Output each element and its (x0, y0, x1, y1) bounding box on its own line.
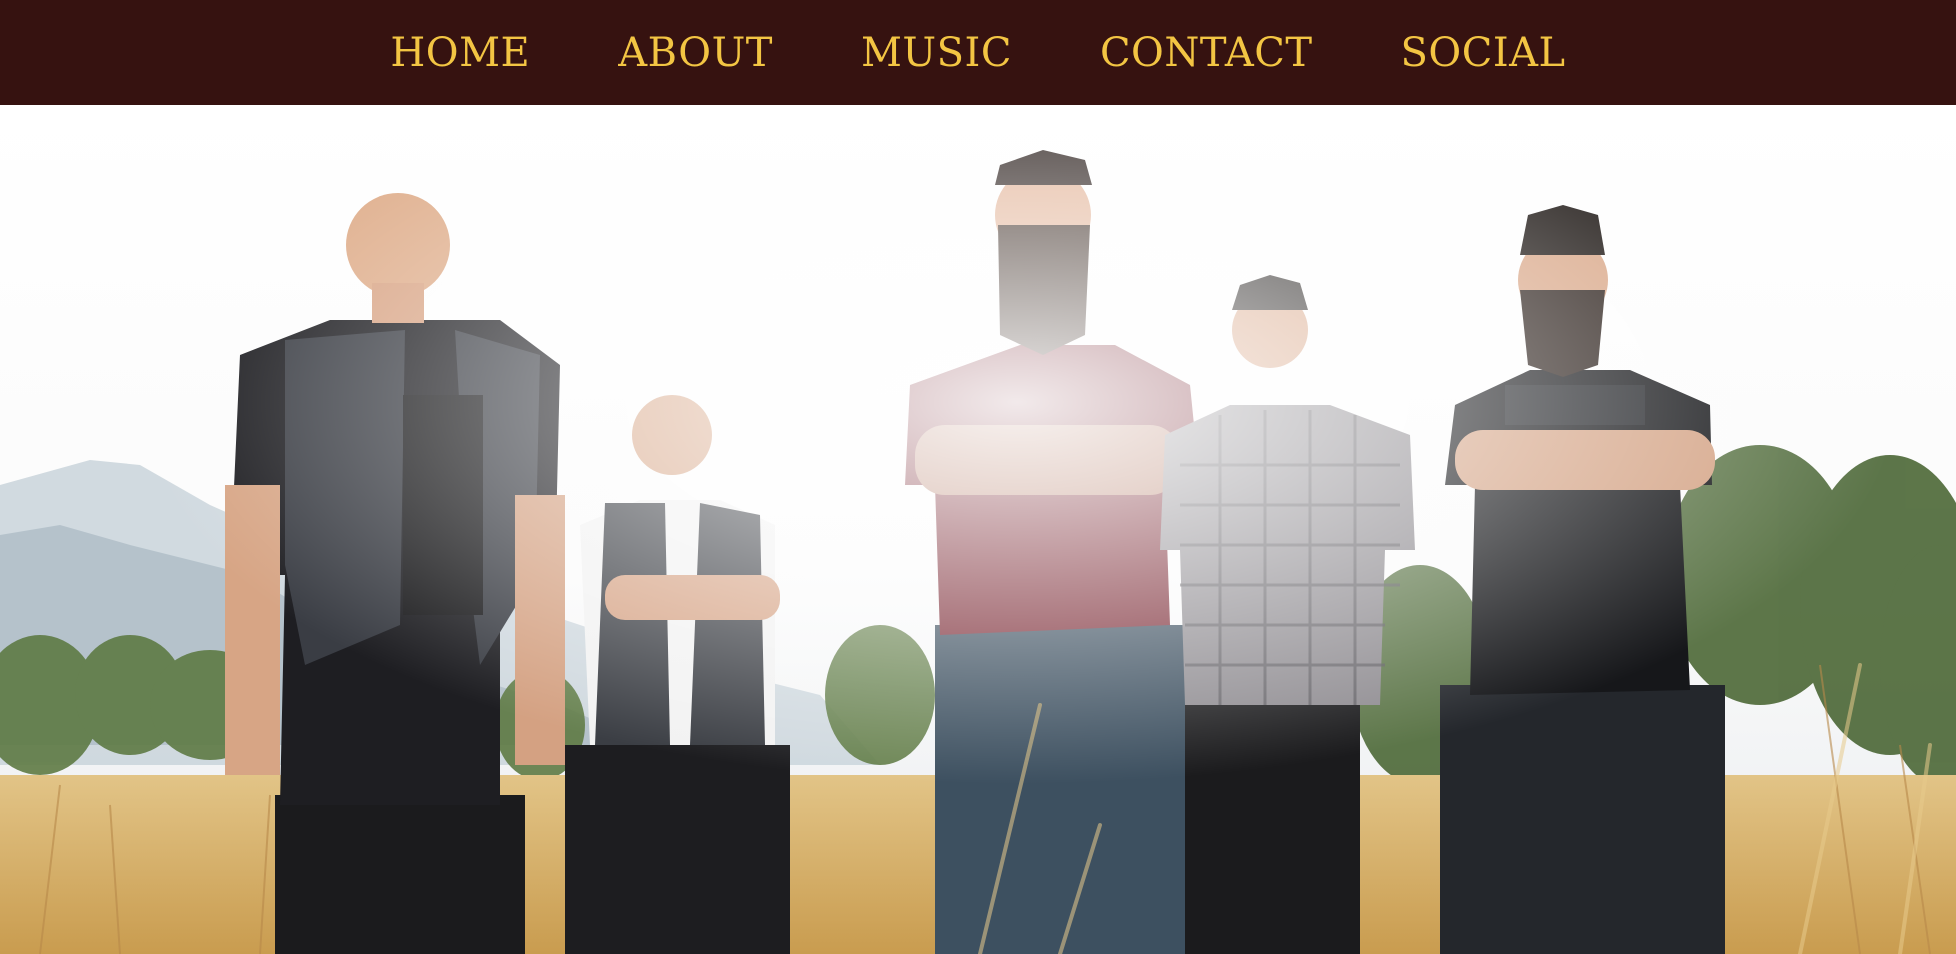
nav-social-link[interactable]: SOCIAL (1401, 33, 1566, 73)
hero-band-photo (0, 105, 1956, 954)
nav-home-link[interactable]: HOME (390, 33, 530, 73)
nav-list: HOME ABOUT MUSIC CONTACT SOCIAL (346, 33, 1609, 73)
top-navigation-bar: HOME ABOUT MUSIC CONTACT SOCIAL (0, 0, 1956, 105)
nav-contact-link[interactable]: CONTACT (1100, 33, 1313, 73)
band-photo-image (0, 105, 1956, 954)
nav-music-link[interactable]: MUSIC (861, 33, 1012, 73)
nav-about-link[interactable]: ABOUT (618, 33, 773, 73)
